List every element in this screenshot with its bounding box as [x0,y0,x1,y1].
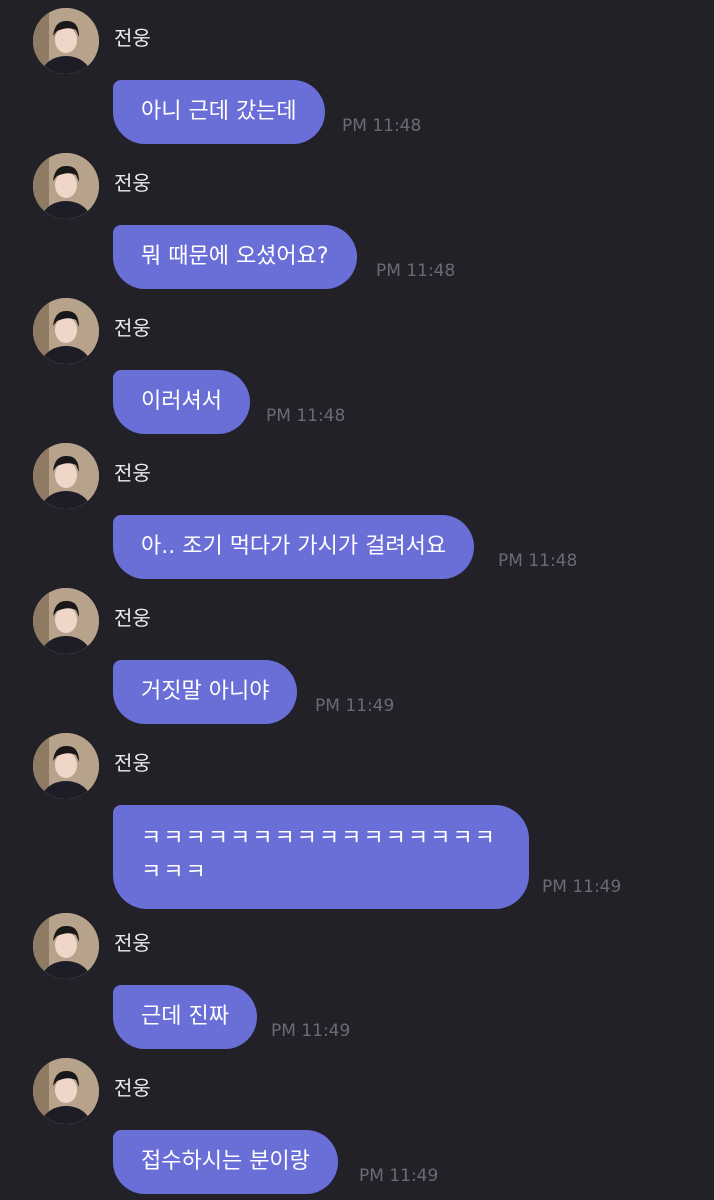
avatar[interactable] [33,913,99,979]
chat-message-list[interactable]: 전웅 아니 근데 갔는데 PM 11:48 전웅 뭐 때문에 오셨어요? PM … [0,0,714,1200]
message-bubble[interactable]: 뭐 때문에 오셨어요? [113,225,357,289]
message-time: PM 11:48 [342,116,422,136]
avatar[interactable] [33,588,99,654]
message-bubble[interactable]: ㅋㅋㅋㅋㅋㅋㅋㅋㅋㅋㅋㅋㅋㅋㅋㅋㅋㅋㅋ [113,805,529,909]
sender-name: 전웅 [114,931,151,955]
message-bubble[interactable]: 접수하시는 분이랑 [113,1130,338,1194]
avatar[interactable] [33,8,99,74]
sender-name: 전웅 [114,26,151,50]
message-time: PM 11:49 [271,1021,351,1041]
message-bubble[interactable]: 거짓말 아니야 [113,660,298,724]
avatar[interactable] [33,733,99,799]
message-bubble[interactable]: 아니 근데 갔는데 [113,80,325,144]
message-time: PM 11:48 [376,261,456,281]
message-time: PM 11:49 [315,696,395,716]
message-time: PM 11:48 [266,406,346,426]
avatar[interactable] [33,443,99,509]
sender-name: 전웅 [114,316,151,340]
avatar[interactable] [33,1058,99,1124]
message-time: PM 11:48 [498,551,578,571]
sender-name: 전웅 [114,461,151,485]
sender-name: 전웅 [114,1076,151,1100]
sender-name: 전웅 [114,606,151,630]
message-bubble[interactable]: 이러셔서 [113,370,250,434]
message-time: PM 11:49 [359,1166,439,1186]
avatar[interactable] [33,298,99,364]
message-bubble[interactable]: 아.. 조기 먹다가 가시가 걸려서요 [113,515,475,579]
message-time: PM 11:49 [542,877,622,897]
sender-name: 전웅 [114,751,151,775]
sender-name: 전웅 [114,171,151,195]
avatar[interactable] [33,153,99,219]
message-bubble[interactable]: 근데 진짜 [113,985,257,1049]
